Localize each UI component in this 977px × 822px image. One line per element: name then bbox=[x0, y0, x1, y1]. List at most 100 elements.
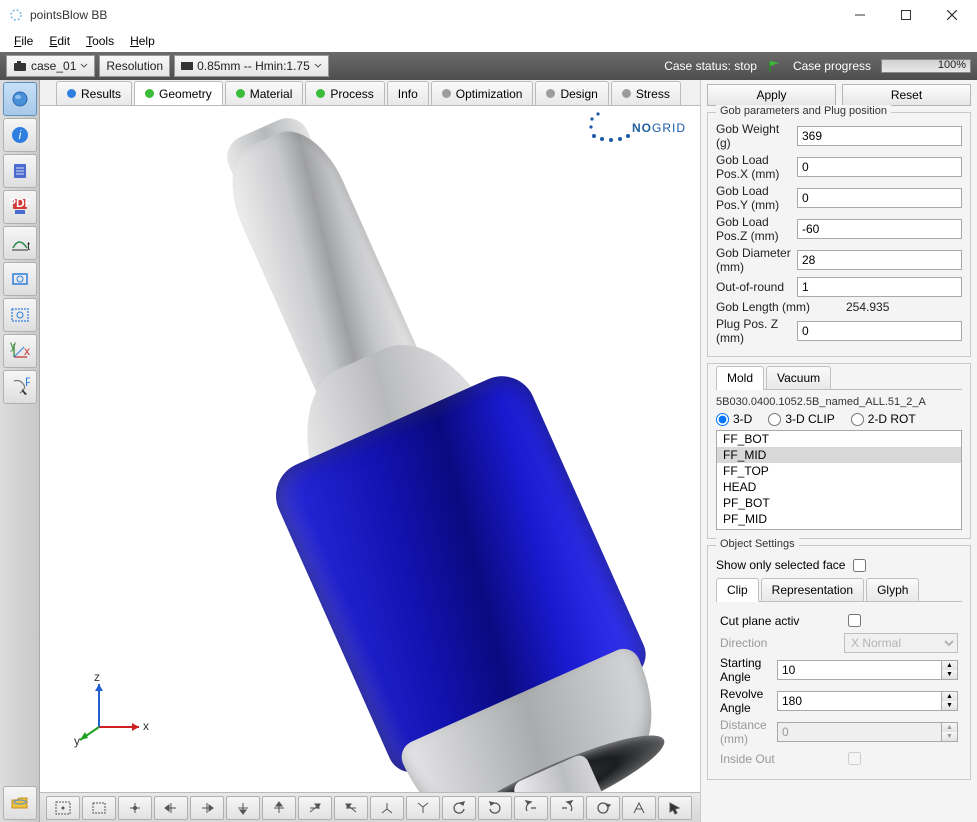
rev-input[interactable] bbox=[777, 691, 942, 711]
minimize-button[interactable] bbox=[837, 0, 883, 30]
mold-filename: 5B030.0400.1052.5B_named_ALL.51_2_A bbox=[716, 396, 962, 408]
tool-open[interactable] bbox=[3, 786, 37, 820]
svg-text:PDF: PDF bbox=[10, 197, 30, 210]
list-item[interactable]: FF_BOT bbox=[717, 431, 961, 447]
list-item[interactable]: HEAD bbox=[717, 479, 961, 495]
tab-material[interactable]: Material bbox=[225, 81, 304, 105]
resolution-selector[interactable]: 0.85mm -- Hmin:1.75 bbox=[174, 55, 329, 77]
plugz-input[interactable] bbox=[797, 321, 962, 341]
tool-sphere[interactable] bbox=[3, 82, 37, 116]
tab-info[interactable]: Info bbox=[387, 81, 429, 105]
tab-process[interactable]: Process bbox=[305, 81, 384, 105]
start-input[interactable] bbox=[777, 660, 942, 680]
mold-list[interactable]: FF_BOTFF_MIDFF_TOPHEADPF_BOTPF_MID bbox=[716, 430, 962, 530]
gob-loadx-input[interactable] bbox=[797, 157, 962, 177]
menu-help[interactable]: Help bbox=[122, 32, 163, 50]
gob-group-legend: Gob parameters and Plug position bbox=[716, 105, 891, 117]
menu-tools[interactable]: Tools bbox=[78, 32, 122, 50]
apply-button[interactable]: Apply bbox=[707, 84, 836, 106]
tool-notes[interactable] bbox=[3, 154, 37, 188]
tab-geometry[interactable]: Geometry bbox=[134, 81, 223, 105]
subtab-vacuum[interactable]: Vacuum bbox=[766, 366, 831, 389]
view-xneg[interactable] bbox=[154, 796, 188, 820]
gob-loadz-input[interactable] bbox=[797, 219, 962, 239]
list-item[interactable]: PF_MID bbox=[717, 511, 961, 527]
viewport-3d[interactable]: NOGRID x z y bbox=[40, 106, 700, 792]
menu-edit[interactable]: Edit bbox=[41, 32, 78, 50]
case-name: case_01 bbox=[31, 59, 76, 73]
tool-pick[interactable]: P bbox=[3, 370, 37, 404]
gob-diam-input[interactable] bbox=[797, 250, 962, 270]
close-button[interactable] bbox=[929, 0, 975, 30]
maximize-button[interactable] bbox=[883, 0, 929, 30]
gob-loady-input[interactable] bbox=[797, 188, 962, 208]
tab-design[interactable]: Design bbox=[535, 81, 608, 105]
subtab-glyph[interactable]: Glyph bbox=[866, 578, 919, 601]
view-rot-ccw[interactable] bbox=[442, 796, 476, 820]
view-spin[interactable] bbox=[586, 796, 620, 820]
cutplane-label: Cut plane activ bbox=[720, 614, 838, 628]
resolution-label: Resolution bbox=[99, 55, 170, 77]
view-front[interactable] bbox=[118, 796, 152, 820]
rev-up[interactable]: ▲ bbox=[942, 692, 957, 701]
view-yneg[interactable] bbox=[226, 796, 260, 820]
view-iso1[interactable] bbox=[370, 796, 404, 820]
subtab-mold[interactable]: Mold bbox=[716, 366, 764, 389]
rev-down[interactable]: ▼ bbox=[942, 701, 957, 710]
svg-text:P: P bbox=[25, 377, 30, 389]
reset-button[interactable]: Reset bbox=[842, 84, 971, 106]
left-toolbar: i PDF t yx P bbox=[0, 80, 40, 822]
tab-optimization[interactable]: Optimization bbox=[431, 81, 534, 105]
tool-curve[interactable]: t bbox=[3, 226, 37, 260]
gob-weight-input[interactable] bbox=[797, 126, 962, 146]
show-only-check[interactable]: Show only selected face bbox=[716, 558, 962, 572]
radio-2drot[interactable]: 2-D ROT bbox=[851, 412, 916, 426]
menu-file[interactable]: File bbox=[6, 32, 41, 50]
tool-axes[interactable]: yx bbox=[3, 334, 37, 368]
case-selector[interactable]: case_01 bbox=[6, 55, 95, 77]
start-up[interactable]: ▲ bbox=[942, 661, 957, 670]
list-item[interactable]: FF_MID bbox=[717, 447, 961, 463]
view-zneg[interactable] bbox=[298, 796, 332, 820]
view-fit[interactable] bbox=[46, 796, 80, 820]
subtab-representation[interactable]: Representation bbox=[761, 578, 864, 601]
object-settings-group: Object Settings Show only selected face … bbox=[707, 545, 971, 780]
start-label: Starting Angle bbox=[720, 656, 771, 684]
status-dot bbox=[145, 89, 154, 98]
titlebar: pointsBlow BB bbox=[0, 0, 977, 30]
app-icon bbox=[8, 7, 24, 23]
view-zpos[interactable] bbox=[334, 796, 368, 820]
status-dot bbox=[546, 89, 555, 98]
tab-label: Info bbox=[398, 87, 418, 101]
radio-3dclip[interactable]: 3-D CLIP bbox=[768, 412, 834, 426]
tab-stress[interactable]: Stress bbox=[611, 81, 681, 105]
tool-capture[interactable] bbox=[3, 298, 37, 332]
start-down[interactable]: ▼ bbox=[942, 670, 957, 679]
view-xpos[interactable] bbox=[190, 796, 224, 820]
radio-3d[interactable]: 3-D bbox=[716, 412, 752, 426]
oor-input[interactable] bbox=[797, 277, 962, 297]
tab-label: Results bbox=[81, 87, 121, 101]
tool-pdf[interactable]: PDF bbox=[3, 190, 37, 224]
view-cursor[interactable] bbox=[658, 796, 692, 820]
view-zoom-box[interactable] bbox=[82, 796, 116, 820]
obj-legend: Object Settings bbox=[716, 538, 799, 550]
view-iso2[interactable] bbox=[406, 796, 440, 820]
view-rot90-ccw[interactable] bbox=[514, 796, 548, 820]
tab-label: Process bbox=[330, 87, 373, 101]
view-persp[interactable] bbox=[622, 796, 656, 820]
svg-text:y: y bbox=[10, 341, 16, 352]
direction-select[interactable]: X Normal bbox=[844, 633, 958, 653]
view-rot90-cw[interactable] bbox=[550, 796, 584, 820]
tool-info[interactable]: i bbox=[3, 118, 37, 152]
subtab-clip[interactable]: Clip bbox=[716, 578, 759, 601]
cutplane-check[interactable] bbox=[848, 614, 861, 627]
list-item[interactable]: FF_TOP bbox=[717, 463, 961, 479]
tool-screenshot[interactable] bbox=[3, 262, 37, 296]
list-item[interactable]: PF_BOT bbox=[717, 495, 961, 511]
tab-label: Stress bbox=[636, 87, 670, 101]
tab-results[interactable]: Results bbox=[56, 81, 132, 105]
svg-text:x: x bbox=[24, 344, 30, 358]
view-ypos[interactable] bbox=[262, 796, 296, 820]
view-rot-cw[interactable] bbox=[478, 796, 512, 820]
